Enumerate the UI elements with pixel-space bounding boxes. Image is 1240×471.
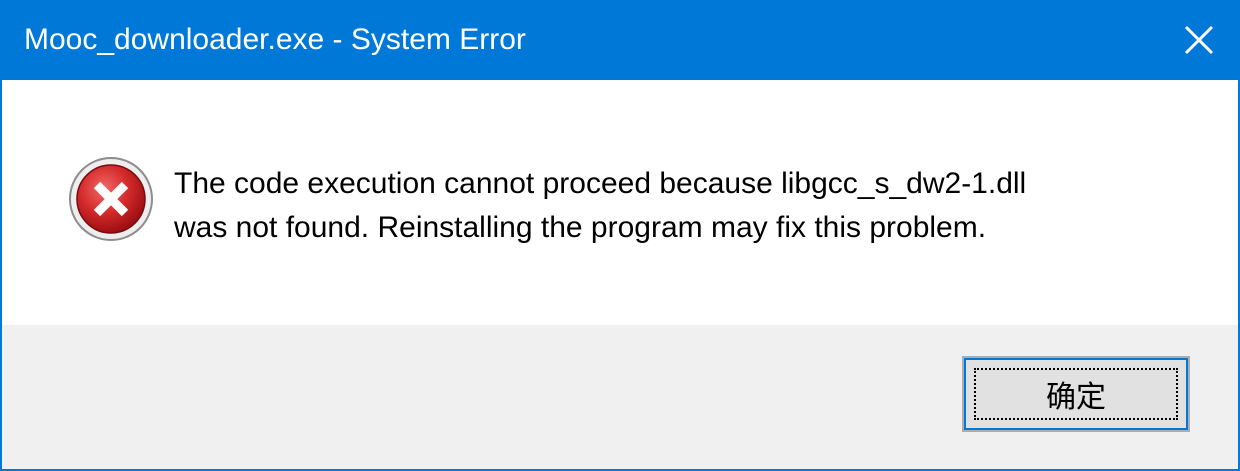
error-message-line-2: was not found. Reinstalling the program … xyxy=(174,211,987,244)
button-bar: 确定 xyxy=(2,325,1238,469)
error-message: The code execution cannot proceed becaus… xyxy=(174,162,1174,250)
close-icon xyxy=(1184,25,1214,55)
title-bar[interactable]: Mooc_downloader.exe - System Error xyxy=(0,0,1240,80)
error-dialog: Mooc_downloader.exe - System Error The c… xyxy=(0,0,1240,471)
ok-button-label: 确定 xyxy=(1046,380,1106,415)
error-message-line-1: The code execution cannot proceed becaus… xyxy=(174,167,1027,200)
ok-button[interactable]: 确定 xyxy=(962,356,1190,432)
dialog-content: The code execution cannot proceed becaus… xyxy=(2,80,1238,325)
window-title: Mooc_downloader.exe - System Error xyxy=(24,23,526,56)
error-icon xyxy=(69,157,153,241)
close-button[interactable] xyxy=(1158,0,1240,80)
